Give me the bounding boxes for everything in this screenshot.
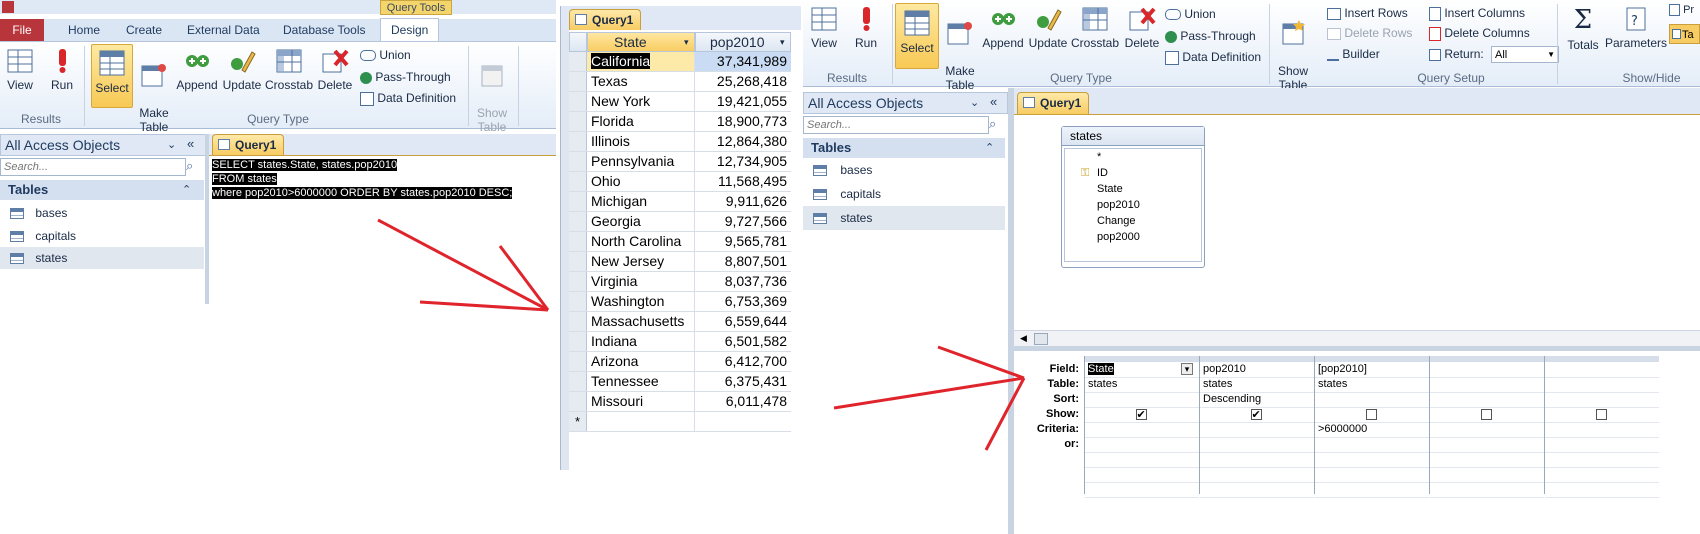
- annotation-arrows: [377, 218, 1026, 451]
- arrow-datasheet-to-design: [833, 345, 1026, 451]
- arrow-sql-to-datasheet: [377, 218, 550, 312]
